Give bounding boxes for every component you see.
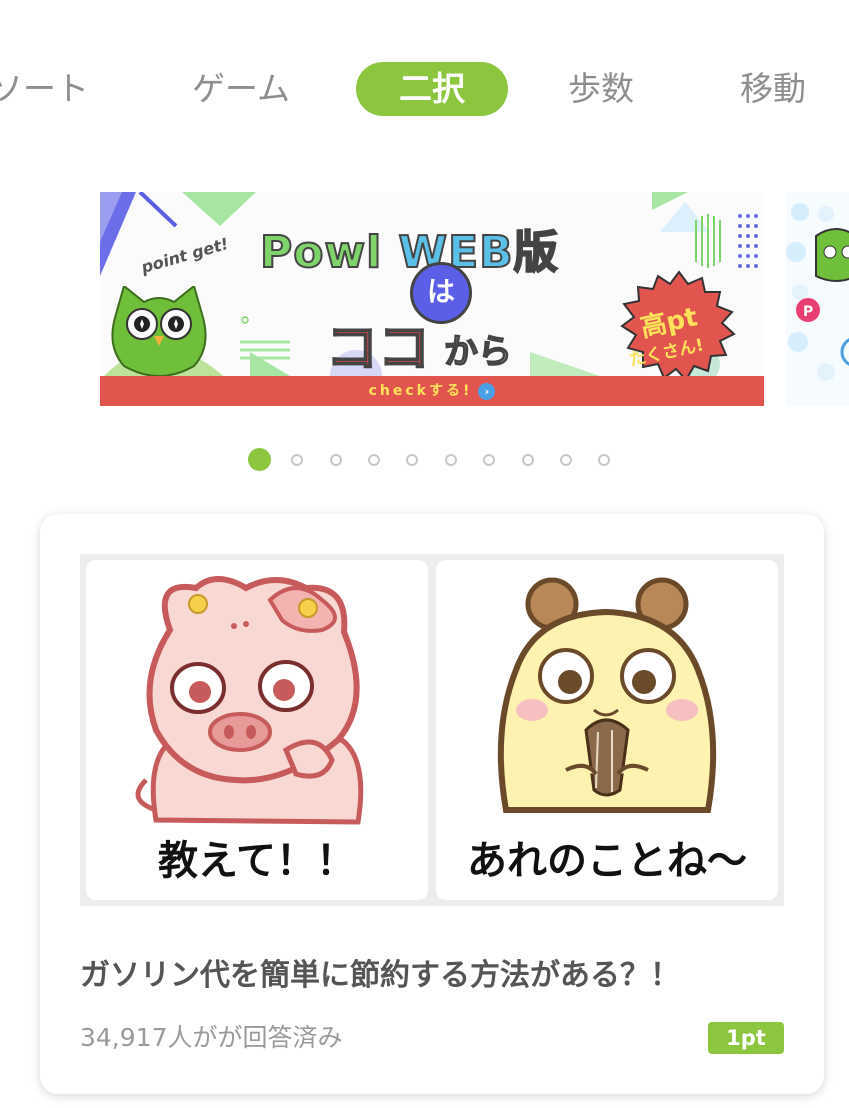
banner-title-powl: Powl [259, 226, 399, 279]
banner-title-han: 版 [513, 226, 559, 279]
card-image-pair: 教えて！！ あれのことね〜 [80, 554, 784, 906]
carousel-dot[interactable] [330, 454, 342, 466]
carousel-dot[interactable] [248, 448, 271, 471]
banner-cta-label: checkする! [368, 383, 473, 399]
answer-count: 34,917人がが回答済み [80, 1023, 343, 1052]
owl-mascot-icon [104, 286, 234, 386]
next-banner-peek[interactable]: P [786, 192, 849, 406]
carousel-dot[interactable] [368, 454, 380, 466]
choice-image-left[interactable]: 教えて！！ [86, 560, 428, 900]
category-tabs: ソート ゲーム 二択 歩数 移動 [0, 62, 849, 120]
question-title: ガソリン代を簡単に節約する方法がある？！ [80, 958, 680, 993]
banner-kara: から [443, 331, 513, 373]
choice-caption-left: 教えて！！ [158, 838, 356, 884]
banner-carousel: point get! Powl WEB版 は ココ から 高pt たくさん! c… [0, 192, 849, 406]
banner-cta-bar[interactable]: checkする! › [100, 376, 764, 406]
carousel-dot[interactable] [522, 454, 534, 466]
carousel-dot[interactable] [445, 454, 457, 466]
choice-image-right[interactable]: あれのことね〜 [436, 560, 778, 900]
carousel-dot[interactable] [406, 454, 418, 466]
next-banner-decoration: P [786, 203, 849, 381]
tab-sort[interactable]: ソート [0, 62, 89, 116]
tab-move[interactable]: 移動 [740, 62, 806, 116]
carousel-dot[interactable] [291, 454, 303, 466]
tab-two-choice[interactable]: 二択 [356, 62, 508, 116]
carousel-dot[interactable] [560, 454, 572, 466]
chevron-right-icon: › [478, 382, 496, 400]
banner-title: Powl WEB版 [259, 216, 559, 280]
tab-steps[interactable]: 歩数 [568, 62, 634, 116]
svg-text:P: P [803, 304, 813, 320]
banner-koko: ココ [325, 318, 431, 380]
points-badge: 1pt [708, 1022, 784, 1054]
tab-game[interactable]: ゲーム [192, 62, 290, 116]
choice-caption-right: あれのことね〜 [467, 838, 747, 884]
carousel-dot[interactable] [483, 454, 495, 466]
powl-web-banner[interactable]: point get! Powl WEB版 は ココ から 高pt たくさん! c… [100, 192, 764, 406]
question-card[interactable]: 教えて！！ あれのことね〜 ガソリン代を簡単に節約する方法がある？！ 34,91… [40, 514, 824, 1094]
carousel-dot[interactable] [598, 454, 610, 466]
